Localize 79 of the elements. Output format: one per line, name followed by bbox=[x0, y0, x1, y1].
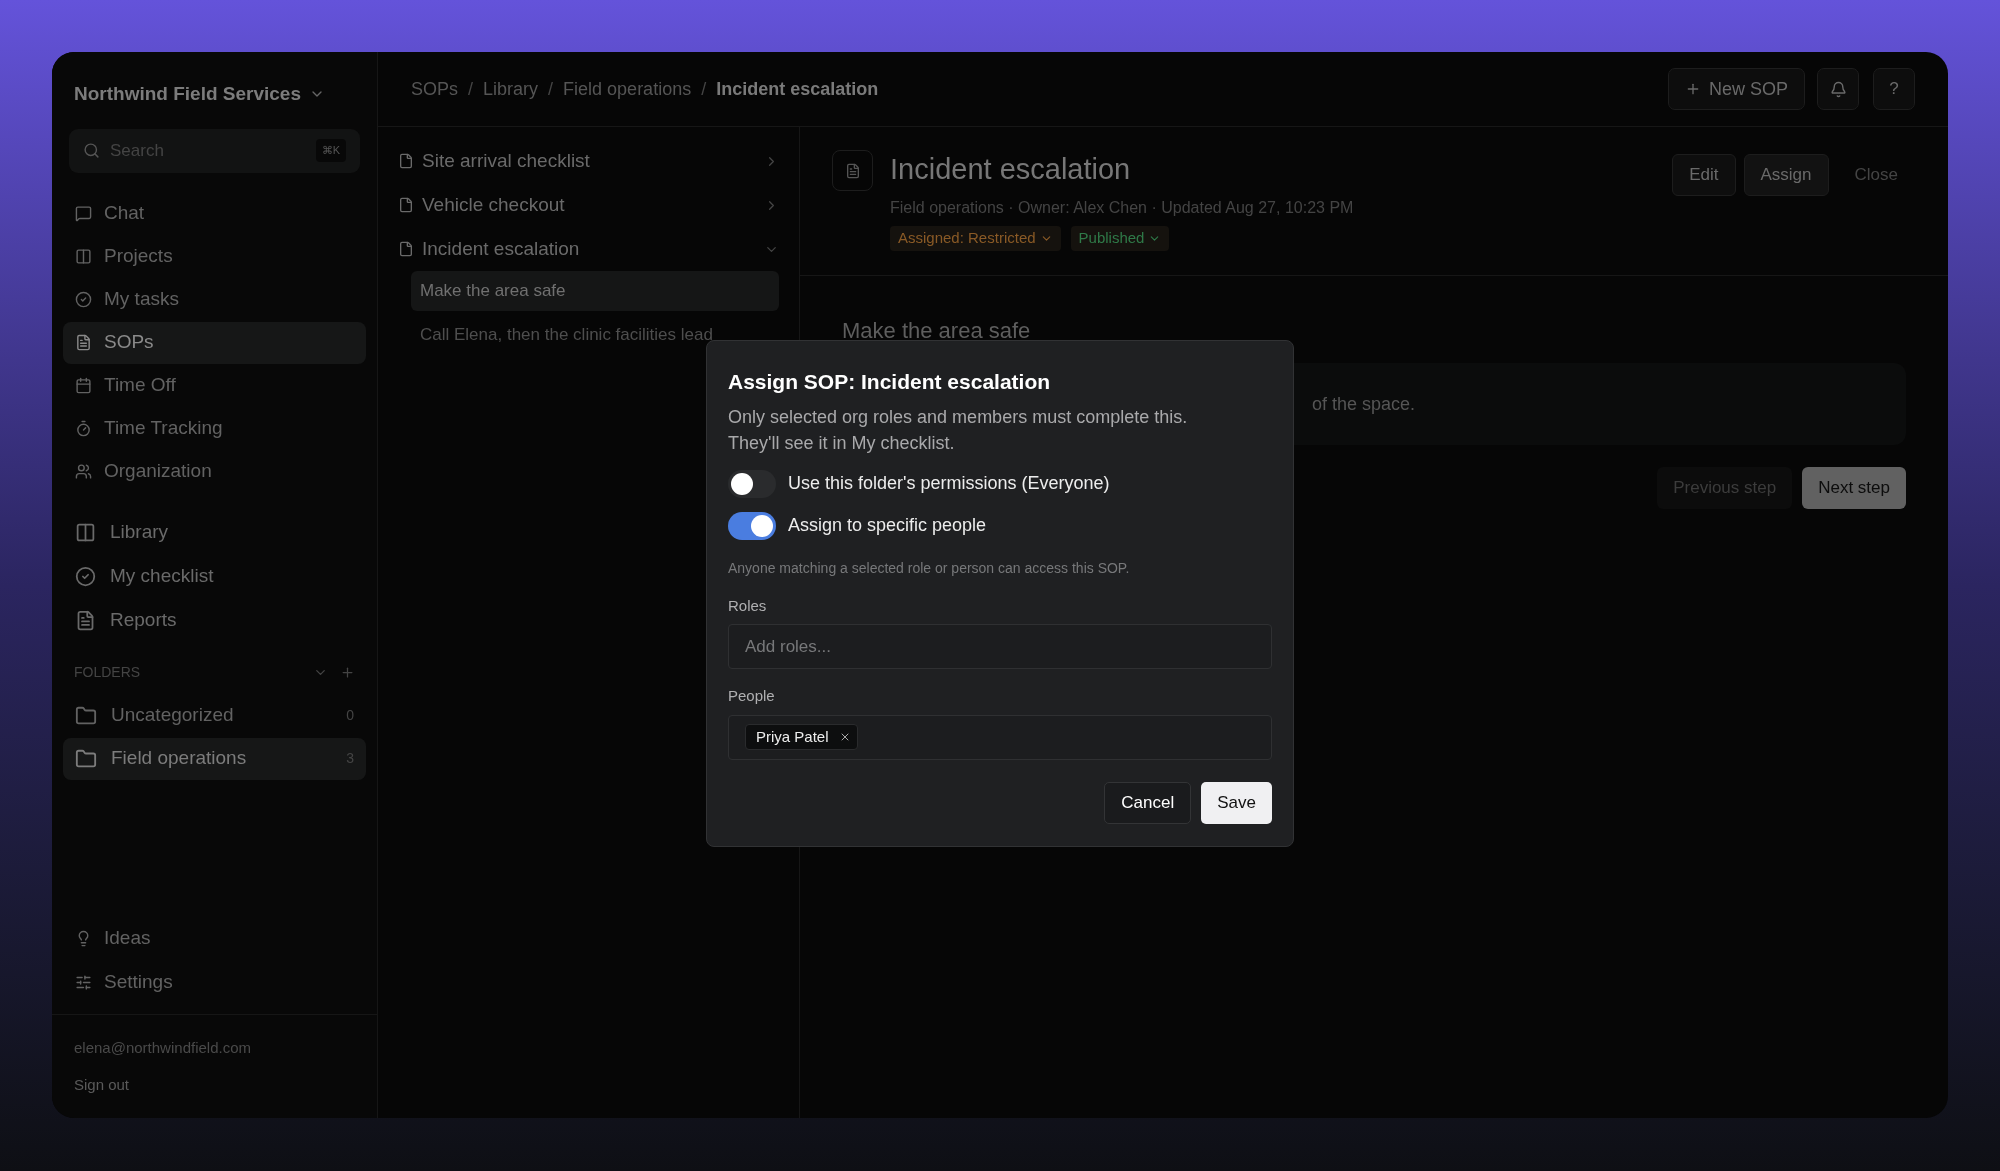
breadcrumb-separator: / bbox=[468, 77, 474, 101]
nav-item[interactable]: Reports bbox=[63, 598, 366, 642]
toggle-switch[interactable] bbox=[728, 469, 776, 498]
stopwatch-icon bbox=[75, 420, 92, 437]
nav-item[interactable]: My checklist bbox=[63, 554, 366, 598]
chat-icon bbox=[75, 205, 92, 222]
notifications-button[interactable] bbox=[1817, 68, 1859, 110]
folders-heading: FOLDERS bbox=[74, 662, 141, 682]
check-circle-icon bbox=[75, 565, 96, 587]
search-icon bbox=[83, 142, 100, 159]
toggle-switch[interactable] bbox=[728, 511, 776, 540]
nav-item[interactable]: Organization bbox=[63, 450, 366, 493]
people-field[interactable]: Priya Patel bbox=[728, 714, 1272, 760]
status-badge[interactable]: Assigned: Restricted bbox=[890, 225, 1061, 251]
help-button[interactable]: ? bbox=[1873, 68, 1915, 110]
sop-item[interactable]: Site arrival checklist bbox=[398, 139, 779, 183]
account-email: elena@northwindfield.com bbox=[74, 1038, 252, 1058]
nav-item[interactable]: Time Off bbox=[63, 364, 366, 407]
people-label: People bbox=[728, 686, 776, 706]
nav-item[interactable]: My tasks bbox=[63, 278, 366, 321]
toggle-label: Assign to specific people bbox=[788, 514, 987, 537]
step-title: Make the area safe bbox=[842, 317, 1032, 345]
folder-name: Uncategorized bbox=[111, 703, 235, 728]
calendar-icon bbox=[75, 377, 92, 394]
sop-meta: Field operations · Owner: Alex Chen · Updated Aug 27, 10:23 PM bbox=[890, 197, 1355, 218]
dialog-title: Assign SOP: Incident escalation bbox=[728, 369, 1052, 395]
close-button[interactable]: Close bbox=[1836, 154, 1916, 196]
file-icon bbox=[398, 241, 414, 257]
people-icon bbox=[75, 463, 92, 480]
nav-item[interactable]: Projects bbox=[63, 235, 366, 278]
nav-item[interactable]: Settings bbox=[63, 961, 366, 1004]
breadcrumb[interactable]: Library bbox=[483, 75, 539, 103]
assign-button[interactable]: Assign bbox=[1743, 154, 1829, 196]
nav-item[interactable]: Library bbox=[63, 510, 366, 554]
breadcrumb[interactable]: Field operations bbox=[563, 75, 692, 103]
nav-item[interactable]: SOPs bbox=[63, 321, 366, 364]
breadcrumb: Incident escalation bbox=[716, 77, 879, 101]
next-step-button[interactable]: Next step bbox=[1802, 467, 1906, 509]
add-icon[interactable] bbox=[340, 664, 355, 680]
folder-item[interactable]: Uncategorized 0 bbox=[63, 694, 366, 737]
file-icon bbox=[398, 153, 414, 169]
breadcrumb-separator: / bbox=[701, 77, 707, 101]
sop-item[interactable]: Incident escalation bbox=[398, 227, 779, 271]
edit-button[interactable]: Edit bbox=[1672, 154, 1736, 196]
step-item[interactable]: Make the area safe bbox=[411, 271, 779, 311]
nav-item[interactable]: Time Tracking bbox=[63, 407, 366, 450]
step-text: of the space. bbox=[1312, 392, 1416, 416]
save-button[interactable]: Save bbox=[1201, 781, 1272, 824]
dialog-description: Only selected org roles and members must complete this. They'll see it in My checklist. bbox=[728, 405, 1189, 455]
sop-item[interactable]: Vehicle checkout bbox=[398, 183, 779, 227]
roles-field[interactable]: Add roles... bbox=[728, 624, 1272, 669]
status-badge[interactable]: Published bbox=[1070, 225, 1170, 251]
folder-count: 0 bbox=[346, 706, 354, 725]
new-sop-button[interactable]: New SOP bbox=[1667, 68, 1805, 110]
roles-label: Roles bbox=[728, 595, 768, 616]
shortcut-key: ⌘K bbox=[315, 139, 346, 162]
breadcrumb[interactable]: SOPs bbox=[411, 75, 458, 103]
file-icon bbox=[398, 197, 414, 213]
folder-icon bbox=[75, 704, 97, 727]
access-hint: Anyone matching a selected role or person can access this SOP. bbox=[728, 558, 1131, 578]
workspace-name: Northwind Field Services bbox=[74, 82, 301, 106]
sign-out-link[interactable]: Sign out bbox=[74, 1073, 355, 1096]
toggle-label: Use this folder's permissions (Everyone) bbox=[788, 472, 1110, 495]
nav-item[interactable]: Chat bbox=[63, 192, 366, 235]
sop-title: Incident escalation bbox=[890, 152, 1132, 187]
bell-icon bbox=[1829, 80, 1847, 98]
breadcrumb-separator: / bbox=[548, 77, 554, 101]
folder-icon bbox=[75, 747, 97, 770]
cancel-button[interactable]: Cancel bbox=[1104, 781, 1192, 824]
chip-label: Priya Patel bbox=[756, 726, 829, 747]
nav-item[interactable]: Ideas bbox=[63, 917, 366, 960]
step-item[interactable]: Call Elena, then the clinic facilities lead bbox=[411, 315, 779, 355]
book-icon bbox=[75, 521, 96, 543]
settings-icon bbox=[75, 974, 92, 991]
document-icon bbox=[844, 162, 861, 179]
board-icon bbox=[75, 248, 92, 265]
folder-name: Field operations bbox=[111, 746, 248, 771]
document-icon bbox=[75, 334, 92, 351]
check-circle-icon bbox=[75, 291, 92, 308]
